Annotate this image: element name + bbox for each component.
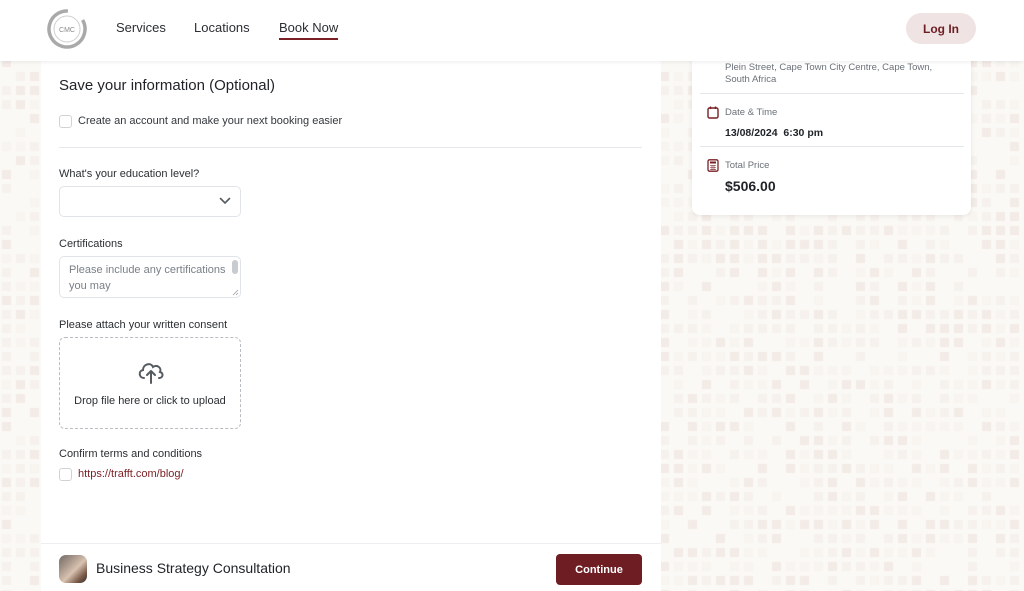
certifications-textarea[interactable]: Please include any certifications you ma…	[59, 256, 241, 298]
continue-button[interactable]: Continue	[556, 554, 642, 585]
booking-footer: Business Strategy Consultation Continue	[41, 543, 661, 591]
total-price-label: Total Price	[725, 160, 770, 171]
location-address: Plein Street, Cape Town City Centre, Cap…	[725, 62, 933, 85]
chevron-down-icon	[219, 197, 231, 205]
terms-link[interactable]: https://trafft.com/blog/	[78, 468, 184, 480]
summary-divider	[700, 93, 964, 94]
total-price-value: $506.00	[725, 178, 776, 194]
cloud-upload-icon	[138, 363, 164, 384]
education-label: What's your education level?	[59, 168, 200, 180]
textarea-scrollbar[interactable]	[232, 260, 238, 274]
summary-divider	[700, 146, 964, 147]
section-divider	[59, 147, 642, 148]
date-time-value: 13/08/2024 6:30 pm	[725, 127, 824, 139]
service-name: Business Strategy Consultation	[96, 560, 291, 576]
create-account-checkbox[interactable]	[59, 115, 72, 128]
booking-summary-card: Plein Street, Cape Town City Centre, Cap…	[692, 40, 971, 215]
resize-handle-icon[interactable]	[231, 288, 239, 296]
calculator-icon	[707, 159, 719, 172]
svg-text:CMC: CMC	[59, 27, 75, 34]
nav-book-now[interactable]: Book Now	[279, 20, 339, 40]
top-navigation-bar: CMC Services Locations Book Now Log In	[0, 0, 1024, 61]
consent-label: Please attach your written consent	[59, 319, 228, 331]
calendar-icon	[707, 106, 719, 119]
service-thumbnail	[59, 555, 87, 583]
certifications-label: Certifications	[59, 238, 123, 250]
create-account-label: Create an account and make your next boo…	[78, 115, 343, 127]
nav-locations[interactable]: Locations	[194, 20, 250, 35]
section-title: Save your information (Optional)	[59, 77, 275, 94]
booking-form-panel: Save your information (Optional) Create …	[41, 61, 661, 591]
login-button[interactable]: Log In	[906, 13, 976, 44]
terms-label: Confirm terms and conditions	[59, 448, 203, 460]
file-upload-dropzone[interactable]: Drop file here or click to upload	[59, 337, 241, 429]
terms-checkbox[interactable]	[59, 468, 72, 481]
nav-services[interactable]: Services	[116, 20, 166, 35]
education-select[interactable]	[59, 186, 241, 217]
cmc-logo-icon[interactable]: CMC	[46, 8, 88, 50]
upload-instructions: Drop file here or click to upload	[74, 395, 226, 407]
date-time-label: Date & Time	[725, 107, 778, 118]
certifications-placeholder: Please include any certifications you ma…	[69, 264, 226, 292]
